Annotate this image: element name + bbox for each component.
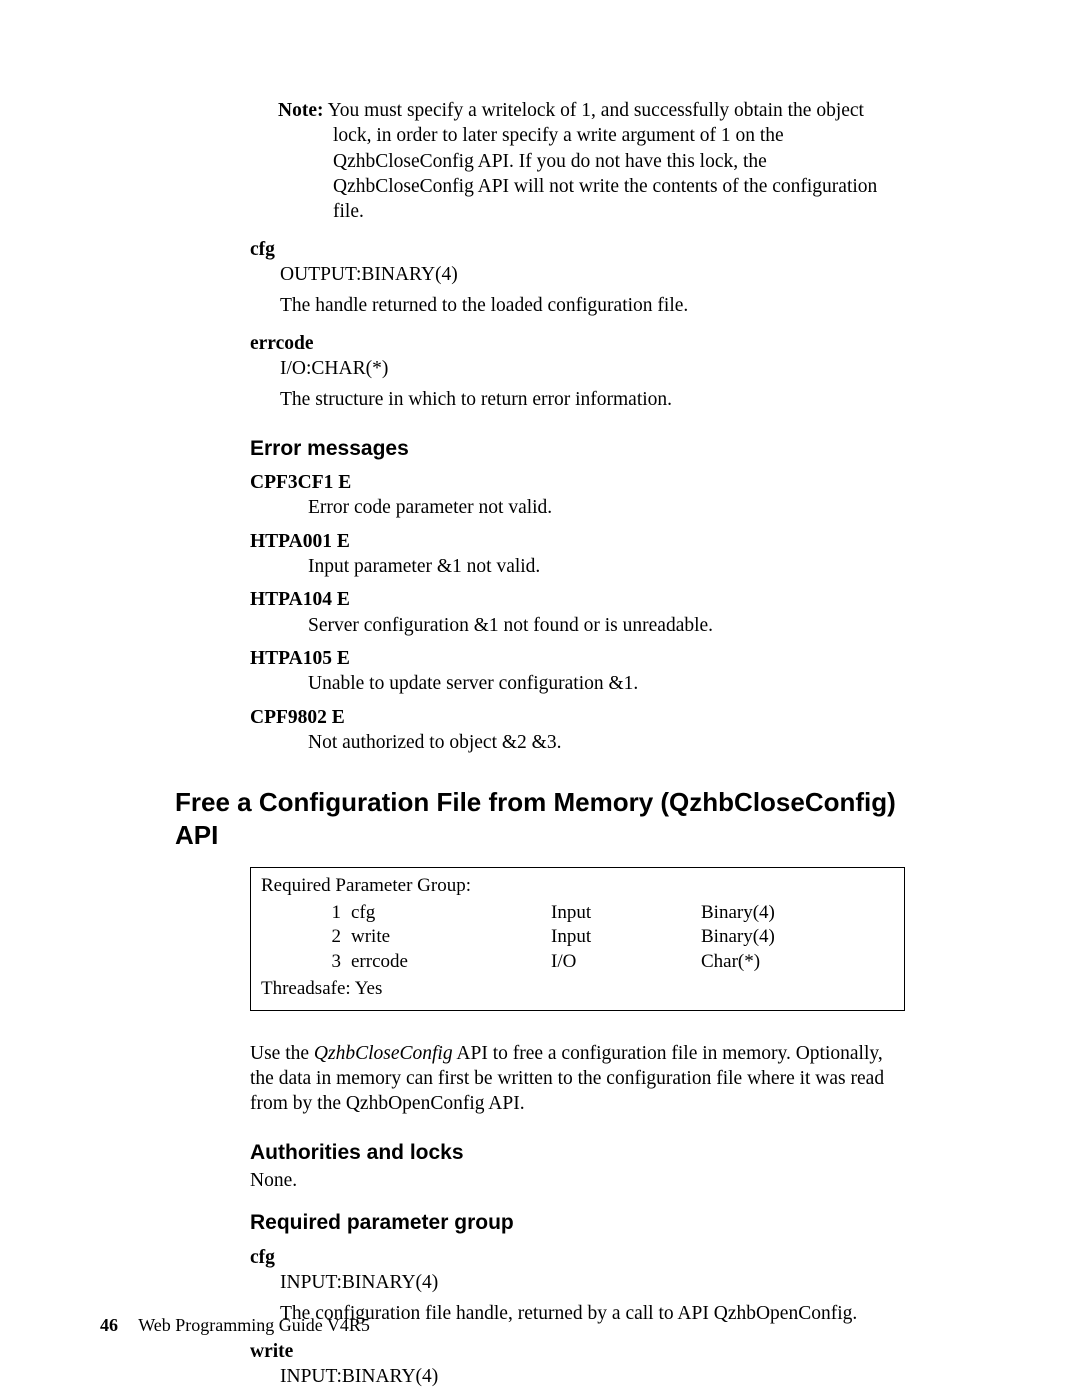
req-cfg-name: cfg xyxy=(250,1245,905,1270)
param-type: Char(*) xyxy=(701,950,821,975)
authorities-text: None. xyxy=(250,1168,905,1193)
error-code: HTPA104 E xyxy=(250,587,905,612)
param-num: 2 xyxy=(261,925,351,950)
error-text: Server configuration &1 not found or is … xyxy=(308,613,905,638)
param-cfg-type: OUTPUT:BINARY(4) xyxy=(280,262,905,287)
param-num: 3 xyxy=(261,950,351,975)
param-errcode-name: errcode xyxy=(250,331,905,356)
api-description: Use the QzhbCloseConfig API to free a co… xyxy=(250,1041,905,1117)
param-box-title: Required Parameter Group: xyxy=(261,874,894,899)
error-code: HTPA105 E xyxy=(250,646,905,671)
param-dir: I/O xyxy=(551,950,701,975)
error-code: HTPA001 E xyxy=(250,529,905,554)
error-text: Input parameter &1 not valid. xyxy=(308,554,905,579)
error-text: Not authorized to object &2 &3. xyxy=(308,730,905,755)
req-cfg-desc: The configuration file handle, returned … xyxy=(280,1301,905,1326)
error-messages-heading: Error messages xyxy=(250,435,905,462)
req-cfg-type: INPUT:BINARY(4) xyxy=(280,1270,905,1295)
req-write-type: INPUT:BINARY(4) xyxy=(280,1364,905,1389)
api-heading: Free a Configuration File from Memory (Q… xyxy=(175,786,905,854)
page-footer: 46 Web Programming Guide V4R5 xyxy=(100,1314,370,1337)
param-name: write xyxy=(351,925,551,950)
param-dir: Input xyxy=(551,925,701,950)
param-name: cfg xyxy=(351,901,551,926)
error-code: CPF9802 E xyxy=(250,705,905,730)
footer-title: Web Programming Guide V4R5 xyxy=(138,1315,370,1335)
authorities-heading: Authorities and locks xyxy=(250,1139,905,1166)
param-cfg-desc: The handle returned to the loaded config… xyxy=(280,293,905,318)
error-code: CPF3CF1 E xyxy=(250,470,905,495)
api-desc-name: QzhbCloseConfig xyxy=(314,1043,453,1064)
param-num: 1 xyxy=(261,901,351,926)
param-cfg-name: cfg xyxy=(250,237,905,262)
error-text: Unable to update server configuration &1… xyxy=(308,671,905,696)
param-errcode-desc: The structure in which to return error i… xyxy=(280,387,905,412)
req-write-name: write xyxy=(250,1339,905,1364)
param-type: Binary(4) xyxy=(701,901,821,926)
required-param-heading: Required parameter group xyxy=(250,1209,905,1236)
param-errcode-type: I/O:CHAR(*) xyxy=(280,356,905,381)
error-text: Error code parameter not valid. xyxy=(308,495,905,520)
param-row: 3 errcode I/O Char(*) xyxy=(261,950,894,975)
param-type: Binary(4) xyxy=(701,925,821,950)
api-desc-prefix: Use the xyxy=(250,1043,314,1064)
param-dir: Input xyxy=(551,901,701,926)
param-row: 2 write Input Binary(4) xyxy=(261,925,894,950)
note-block: Note: You must specify a writelock of 1,… xyxy=(278,98,905,225)
parameter-group-box: Required Parameter Group: 1 cfg Input Bi… xyxy=(250,867,905,1010)
page-number: 46 xyxy=(100,1315,118,1335)
note-label: Note: xyxy=(278,100,323,121)
param-row: 1 cfg Input Binary(4) xyxy=(261,901,894,926)
note-text: You must specify a writelock of 1, and s… xyxy=(328,100,878,222)
threadsafe-line: Threadsafe: Yes xyxy=(261,977,894,1002)
param-name: errcode xyxy=(351,950,551,975)
